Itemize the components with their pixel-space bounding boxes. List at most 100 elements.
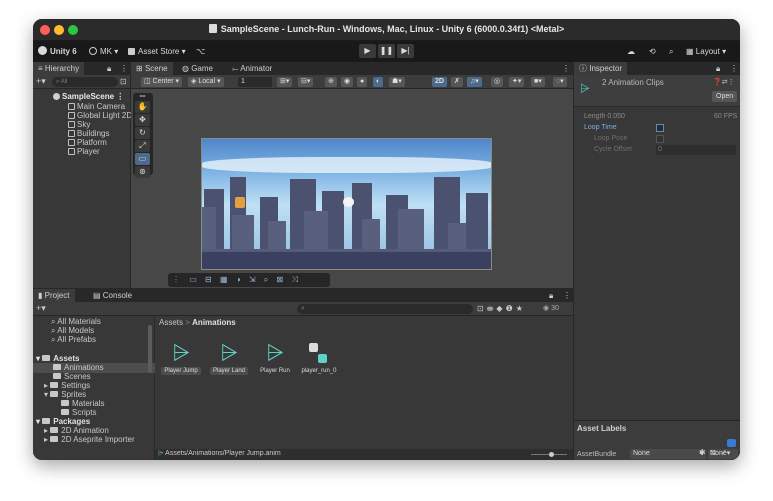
move-tool-icon[interactable]: ✥ — [135, 114, 150, 126]
draw-mode-icon[interactable]: ⊕ — [325, 77, 337, 87]
folder-label: Settings — [61, 381, 91, 390]
account-dropdown[interactable]: MK ▾ — [89, 45, 118, 58]
icon-size-slider-handle[interactable] — [549, 452, 554, 457]
open-button[interactable]: Open — [712, 91, 738, 102]
asset-store-dropdown[interactable]: Asset Store ▾ — [128, 45, 186, 58]
label-tag-icon[interactable] — [727, 439, 736, 447]
breadcrumb-assets[interactable]: Assets — [159, 318, 183, 327]
snap-grid-button[interactable]: ⊞▾ — [277, 77, 293, 87]
lock-icon[interactable]: 🔒︎ — [544, 289, 558, 302]
scene-tab-label: Scene — [144, 64, 168, 73]
cycle-offset-field[interactable]: 0 — [656, 145, 736, 155]
gizmos-dropdown[interactable]: ◌▾ — [553, 77, 567, 87]
warning-icon[interactable]: ❶ — [506, 304, 516, 313]
animation-clip-icon: ⩥ — [172, 340, 190, 365]
favorite-star-icon[interactable]: ★ — [516, 304, 526, 313]
tag-icon[interactable]: ◆ — [496, 304, 505, 313]
history-icon[interactable]: ⟲ — [649, 45, 656, 58]
breadcrumb-animations[interactable]: Animations — [192, 318, 236, 327]
check-icon[interactable]: ✓ — [720, 448, 731, 457]
search-by-type-icon[interactable]: ⊡ — [477, 304, 487, 313]
hierarchy-search-input[interactable]: ⌕ All — [52, 77, 118, 87]
visibility-icon[interactable]: ◎ — [491, 77, 504, 87]
asset-item[interactable]: ⩥ Player Land — [205, 341, 253, 375]
add-button[interactable]: +▾ — [36, 76, 46, 87]
search-by-label-icon[interactable]: ⛂ — [487, 304, 497, 313]
scene-row[interactable]: SampleScene ⋮ — [53, 92, 124, 102]
package-item[interactable]: ▸ 2D Aseprite Importer — [44, 435, 135, 445]
picker-icon[interactable]: ⇲ — [246, 275, 259, 284]
animator-icon: ⤚ — [232, 64, 241, 73]
pause-button[interactable]: ❚❚ — [378, 44, 395, 58]
favorite-item[interactable]: ⌕ All Prefabs — [51, 335, 96, 345]
more-menu-icon[interactable]: ⋮ — [725, 62, 740, 75]
rotate-tool-icon[interactable]: ↻ — [135, 127, 150, 139]
audio-toggle-icon[interactable]: ♫▾ — [467, 77, 482, 87]
more-menu-icon[interactable]: ⋮ — [558, 289, 576, 302]
unity-editor-window: SampleScene - Lunch-Run - Windows, Mac, … — [33, 19, 740, 460]
cloud-icon[interactable]: ☁ — [627, 45, 635, 58]
gizmo-icon[interactable]: ☗▾ — [389, 77, 405, 87]
lighting-toggle-icon[interactable]: ✗ — [451, 77, 463, 87]
asset-item[interactable]: player_run_0 — [295, 341, 343, 375]
asset-item[interactable]: ⩥ Player Run — [251, 341, 299, 375]
project-search-input[interactable]: ⌕ — [297, 304, 473, 314]
pivot-dropdown[interactable]: ◫ Center ▾ — [141, 77, 183, 87]
tab-inspector[interactable]: ⓘ Inspector — [574, 62, 628, 75]
assetbundle-dropdown[interactable]: None ▾ — [630, 449, 706, 459]
tab-hierarchy[interactable]: ≡ Hierarchy — [33, 62, 85, 75]
stack-icon[interactable]: ≣ — [710, 448, 721, 457]
folder-item-animations[interactable]: Animations — [33, 363, 155, 373]
step-button[interactable]: ▶| — [397, 44, 414, 58]
tab-project[interactable]: ▮ Project — [33, 289, 75, 302]
version-control-icon[interactable]: ⌥ — [196, 45, 205, 58]
asset-item[interactable]: ⩥ Player Jump — [157, 341, 205, 375]
debug-icon[interactable]: ✱ — [699, 448, 710, 457]
create-button[interactable]: +▾ — [36, 303, 46, 314]
render-mode-icon[interactable]: ◉ — [341, 77, 354, 87]
palette-icon[interactable]: ⊠ — [274, 275, 287, 284]
lock-icon[interactable]: 🔒︎ — [711, 62, 725, 75]
list-icon: ≡ — [38, 64, 45, 73]
mode-2d-toggle[interactable]: 2D — [432, 77, 447, 87]
play-button[interactable]: ▶ — [359, 44, 376, 58]
rect-select-icon[interactable]: ▭ — [186, 275, 200, 284]
lighting-icon[interactable]: ◐ — [373, 77, 384, 87]
tab-console[interactable]: ▤ Console — [88, 289, 137, 302]
space-dropdown[interactable]: ◈ Local ▾ — [188, 77, 224, 87]
search-icon[interactable]: ⌕ — [669, 45, 673, 58]
fill-icon[interactable]: ◑ — [233, 275, 244, 284]
filter-icons[interactable]: ⊡⛂◆❶★ — [477, 304, 526, 313]
player-sprite[interactable] — [235, 197, 245, 208]
tab-game[interactable]: ◍ Game — [177, 62, 218, 75]
help-icon[interactable]: ❓⇄⋮ — [713, 78, 735, 86]
tab-scene[interactable]: ⊞ Scene — [131, 62, 173, 75]
rect-tool-icon[interactable]: ▭ — [135, 153, 150, 165]
layout-dropdown[interactable]: ▦ Layout ▾ — [686, 45, 726, 58]
effects-icon[interactable]: ✦▾ — [509, 77, 525, 87]
transform-tool-icon[interactable]: ⊛ — [135, 166, 150, 178]
hierarchy-item-label: Platform — [77, 138, 107, 147]
scale-tool-icon[interactable]: ⤢ — [135, 140, 150, 152]
shuffle-icon[interactable]: ⤨ — [288, 275, 300, 284]
overlay-handle[interactable]: ⋮ — [168, 275, 184, 284]
folder-tree-scrollbar[interactable] — [148, 325, 152, 373]
snap-increment-field[interactable]: 1 — [238, 77, 272, 87]
shaded-icon[interactable]: ● — [357, 77, 368, 87]
search-placeholder: All — [60, 79, 68, 85]
grid-settings-button[interactable]: ⊟▾ — [298, 77, 314, 87]
grid-brush-icon[interactable]: ▦ — [217, 275, 231, 284]
more-menu-icon[interactable]: ⋮ — [557, 62, 575, 75]
zoom-icon[interactable]: ⌕ — [261, 275, 271, 284]
loop-time-checkbox[interactable] — [656, 124, 664, 132]
hidden-packages-counter[interactable]: ◉ 30 — [543, 304, 559, 312]
pan-icon[interactable]: ⊟ — [202, 275, 215, 284]
tab-animator[interactable]: ⤚ Animator — [227, 62, 277, 75]
overlay-handle[interactable]: == — [135, 95, 150, 100]
camera-settings-icon[interactable]: ■▾ — [531, 77, 545, 87]
hierarchy-item[interactable]: Player — [68, 147, 100, 157]
filter-icon[interactable]: ⊡ — [120, 77, 127, 86]
unity-account-button[interactable]: Unity 6 — [38, 45, 77, 58]
hand-tool-icon[interactable]: ✋ — [135, 101, 150, 113]
loop-pose-checkbox[interactable] — [656, 135, 664, 143]
